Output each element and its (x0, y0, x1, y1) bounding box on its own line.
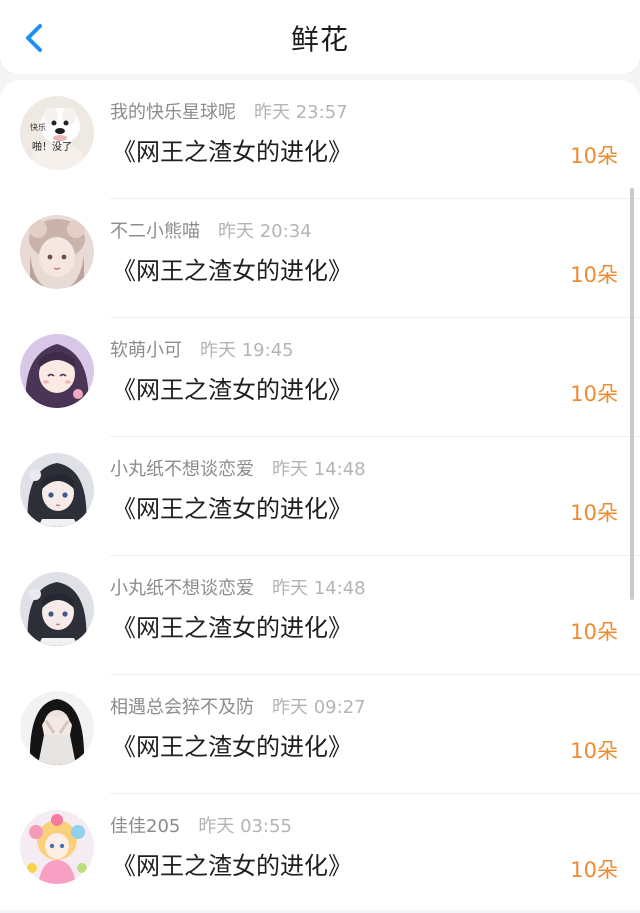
avatar[interactable] (20, 572, 94, 646)
flower-list[interactable]: 快乐 啪！没了 我的快乐星球呢昨天 23:57 《网王之渣女的进化》 10朵 (0, 74, 640, 910)
item-meta: 小丸纸不想谈恋爱 昨天 14:48 (110, 455, 366, 481)
timestamp: 昨天 03:55 (198, 816, 292, 837)
flower-count: 10朵 (570, 263, 618, 287)
avatar[interactable] (20, 215, 94, 289)
book-title[interactable]: 《网王之渣女的进化》 (112, 727, 352, 762)
list-item[interactable]: 快乐 啪！没了 我的快乐星球呢 昨天 23:57 《网王之渣女的进化》 10朵 (0, 80, 640, 199)
timestamp: 昨天 19:45 (200, 340, 294, 361)
item-meta: 软萌小可 昨天 19:45 (110, 336, 294, 362)
list-card: 快乐 啪！没了 我的快乐星球呢昨天 23:57 《网王之渣女的进化》 10朵 (0, 80, 640, 910)
avatar[interactable] (20, 334, 94, 408)
flower-count: 10朵 (570, 620, 618, 644)
book-title[interactable]: 《网王之渣女的进化》 (112, 489, 352, 524)
flower-count: 10朵 (570, 382, 618, 406)
sender-name[interactable]: 佳佳205 (110, 816, 180, 837)
flower-count: 10朵 (570, 144, 618, 168)
book-title[interactable]: 《网王之渣女的进化》 (112, 846, 352, 881)
timestamp: 昨天 23:57 (254, 102, 348, 123)
flower-count: 10朵 (570, 858, 618, 882)
timestamp: 昨天 20:34 (218, 221, 312, 242)
svg-text:快乐: 快乐 (30, 122, 46, 132)
book-title[interactable]: 《网王之渣女的进化》 (112, 132, 352, 167)
sender-name[interactable]: 我的快乐星球呢 (110, 102, 236, 123)
list-item[interactable]: 佳佳205 昨天 03:55 《网王之渣女的进化》 10朵 (0, 794, 640, 913)
nav-bar: 鲜花 (0, 0, 640, 74)
sender-name[interactable]: 小丸纸不想谈恋爱 (110, 459, 254, 480)
page-title: 鲜花 (290, 23, 349, 56)
timestamp: 昨天 09:27 (272, 697, 366, 718)
book-title[interactable]: 《网王之渣女的进化》 (112, 370, 352, 405)
list-item[interactable]: 相遇总会猝不及防 昨天 09:27 《网王之渣女的进化》 10朵 (0, 675, 640, 794)
item-meta: 不二小熊喵 昨天 20:34 (110, 217, 312, 243)
flower-count: 10朵 (570, 501, 618, 525)
scrollbar[interactable] (630, 188, 634, 600)
sender-name[interactable]: 小丸纸不想谈恋爱 (110, 578, 254, 599)
item-meta: 佳佳205 昨天 03:55 (110, 812, 292, 838)
list-item[interactable]: 小丸纸不想谈恋爱 昨天 14:48 《网王之渣女的进化》 10朵 (0, 556, 640, 675)
avatar[interactable] (20, 810, 94, 884)
avatar[interactable]: 快乐 啪！没了 (20, 96, 94, 170)
list-item[interactable]: 软萌小可 昨天 19:45 《网王之渣女的进化》 10朵 (0, 318, 640, 437)
item-meta: 小丸纸不想谈恋爱 昨天 14:48 (110, 574, 366, 600)
timestamp: 昨天 14:48 (272, 578, 366, 599)
timestamp: 昨天 14:48 (272, 459, 366, 480)
book-title[interactable]: 《网王之渣女的进化》 (112, 251, 352, 286)
list-item[interactable]: 小丸纸不想谈恋爱 昨天 14:48 《网王之渣女的进化》 10朵 (0, 437, 640, 556)
sender-name[interactable]: 相遇总会猝不及防 (110, 697, 254, 718)
avatar[interactable] (20, 691, 94, 765)
item-meta: 相遇总会猝不及防 昨天 09:27 (110, 693, 366, 719)
svg-text:啪！没了: 啪！没了 (32, 140, 72, 153)
sender-name[interactable]: 不二小熊喵 (110, 221, 200, 242)
item-meta: 我的快乐星球呢 昨天 23:57 (110, 98, 348, 124)
avatar[interactable] (20, 453, 94, 527)
book-title[interactable]: 《网王之渣女的进化》 (112, 608, 352, 643)
flower-count: 10朵 (570, 739, 618, 763)
sender-name[interactable]: 软萌小可 (110, 340, 182, 361)
list-item[interactable]: 不二小熊喵 昨天 20:34 《网王之渣女的进化》 10朵 (0, 199, 640, 318)
